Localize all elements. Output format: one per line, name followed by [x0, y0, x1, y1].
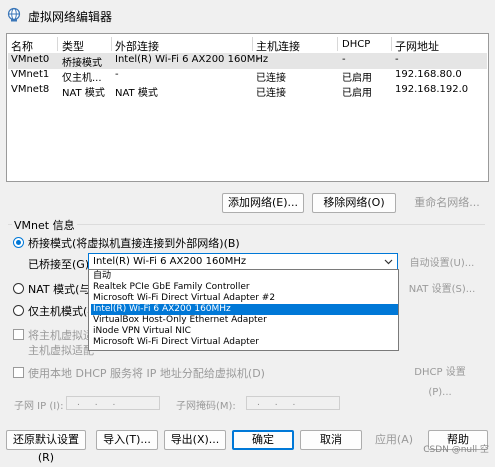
column-header-type[interactable]: 类型 [62, 38, 84, 54]
cell-external: Intel(R) Wi-Fi 6 AX200 160MHz [115, 54, 269, 65]
cell-type: 仅主机... [62, 73, 102, 84]
connect-host-adapter-checkbox[interactable] [13, 329, 24, 340]
cell-name: VMnet8 [11, 84, 50, 95]
network-table[interactable]: 名称 类型 外部连接 主机连接 DHCP 子网地址 VMnet0 桥接模式 In… [6, 33, 489, 182]
column-divider[interactable] [252, 37, 253, 51]
auto-settings-button[interactable]: 自动设置(U)... [406, 253, 478, 273]
column-header-external[interactable]: 外部连接 [115, 38, 159, 54]
cell-host: 已连接 [256, 73, 286, 84]
dropdown-option[interactable]: iNode VPN Virtual NIC [91, 326, 398, 337]
nat-mode-radio[interactable] [13, 283, 24, 294]
subnet-mask-field[interactable]: . . . [246, 396, 340, 410]
bridged-mode-label[interactable]: 桥接模式(将虚拟机直接连接到外部网络)(B) [28, 235, 240, 251]
rename-network-button[interactable]: 重命名网络... [404, 193, 490, 213]
cell-name: VMnet0 [11, 54, 50, 65]
cell-dhcp: 已启用 [342, 73, 372, 84]
dropdown-option[interactable]: VirtualBox Host-Only Ethernet Adapter [91, 315, 398, 326]
window-title: 虚拟网络编辑器 [28, 10, 113, 24]
restore-defaults-button[interactable]: 还原默认设置(R) [6, 430, 86, 464]
use-dhcp-label[interactable]: 使用本地 DHCP 服务将 IP 地址分配给虚拟机(D) [28, 365, 265, 381]
apply-button[interactable]: 应用(A) [368, 430, 420, 450]
table-row[interactable]: VMnet0 桥接模式 Intel(R) Wi-Fi 6 AX200 160MH… [8, 53, 487, 69]
dropdown-option[interactable]: Microsoft Wi-Fi Direct Virtual Adapter [91, 337, 398, 348]
column-header-name[interactable]: 名称 [11, 38, 33, 54]
cell-external: NAT 模式 [115, 88, 158, 99]
export-button[interactable]: 导出(X)... [164, 430, 226, 450]
column-header-subnet[interactable]: 子网地址 [395, 38, 439, 54]
use-dhcp-checkbox[interactable] [13, 367, 24, 378]
cell-dhcp: - [342, 54, 346, 65]
connect-host-adapter-label[interactable]: 将主机虚拟适 [28, 327, 94, 343]
cell-dhcp: 已启用 [342, 88, 372, 99]
table-row[interactable]: VMnet8 NAT 模式 NAT 模式 已连接 已启用 192.168.192… [8, 83, 487, 99]
add-network-button[interactable]: 添加网络(E)... [222, 193, 304, 213]
table-row[interactable]: VMnet1 仅主机... - 已连接 已启用 192.168.80.0 [8, 68, 487, 84]
subnet-mask-label: 子网掩码(M): [176, 401, 236, 412]
cell-host: - [256, 54, 260, 65]
column-header-host[interactable]: 主机连接 [256, 38, 300, 54]
dropdown-option-auto[interactable]: 自动 [91, 271, 398, 282]
column-divider[interactable] [337, 37, 338, 51]
cell-type: 桥接模式 [62, 58, 102, 69]
host-adapter-name-label: 主机虚拟适配 [28, 344, 94, 357]
column-divider[interactable] [111, 37, 112, 51]
ok-button[interactable]: 确定 [232, 430, 294, 450]
cell-type: NAT 模式 [62, 88, 105, 99]
cell-name: VMnet1 [11, 69, 50, 80]
title-bar: 虚拟网络编辑器 [0, 0, 495, 30]
dhcp-settings-button[interactable]: DHCP 设置(P)... [402, 362, 478, 398]
cancel-button[interactable]: 取消 [300, 430, 362, 450]
chevron-down-icon [384, 259, 393, 265]
cell-external: - [115, 69, 119, 80]
import-button[interactable]: 导入(T)... [96, 430, 158, 450]
network-globe-icon [7, 7, 21, 22]
watermark: CSDN @null 空 [423, 445, 489, 455]
bridged-to-label: 已桥接至(G): [28, 258, 93, 271]
dropdown-option-selected[interactable]: Intel(R) Wi-Fi 6 AX200 160MHz [91, 304, 398, 315]
cell-subnet: 192.168.192.0 [395, 84, 469, 95]
host-only-radio[interactable] [13, 305, 24, 316]
column-divider[interactable] [391, 37, 392, 51]
cell-subnet: 192.168.80.0 [395, 69, 462, 80]
bridged-mode-radio[interactable] [13, 237, 24, 248]
dropdown-option[interactable]: Microsoft Wi-Fi Direct Virtual Adapter #… [91, 293, 398, 304]
bridged-to-value: Intel(R) Wi-Fi 6 AX200 160MHz [93, 256, 247, 267]
cell-subnet: - [395, 54, 399, 65]
remove-network-button[interactable]: 移除网络(O) [312, 193, 396, 213]
dropdown-option[interactable]: Realtek PCIe GbE Family Controller [91, 282, 398, 293]
nat-settings-button[interactable]: NAT 设置(S)... [406, 279, 478, 299]
subnet-ip-field[interactable]: . . . [66, 396, 160, 410]
column-header-dhcp[interactable]: DHCP [342, 39, 370, 50]
bridged-to-dropdown-list[interactable]: 自动 Realtek PCIe GbE Family Controller Mi… [88, 269, 399, 351]
subnet-ip-label: 子网 IP (I): [14, 401, 64, 412]
cell-host: 已连接 [256, 88, 286, 99]
column-divider[interactable] [57, 37, 58, 51]
vmnet-info-legend: VMnet 信息 [12, 217, 77, 233]
